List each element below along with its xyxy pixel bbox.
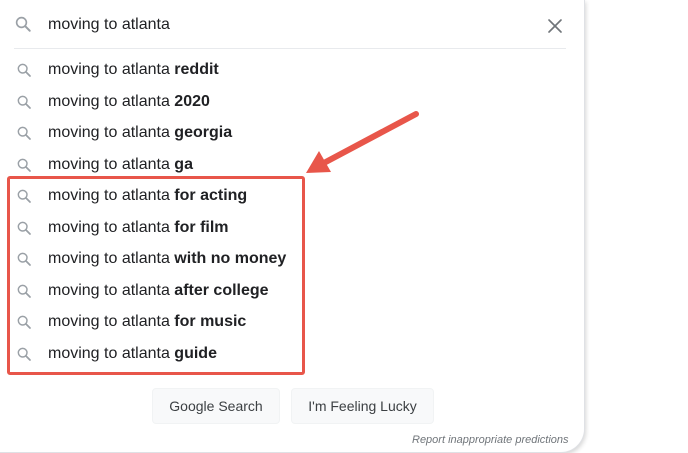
search-icon: [17, 158, 31, 172]
search-icon: [17, 284, 31, 298]
search-input[interactable]: moving to atlanta: [48, 15, 170, 35]
suggestion-text: moving to atlanta georgia: [48, 123, 232, 143]
suggestion-completion: for music: [174, 313, 247, 330]
suggestion-item[interactable]: moving to atlanta ga: [0, 149, 584, 181]
suggestion-item[interactable]: moving to atlanta with no money: [0, 243, 584, 275]
suggestion-text: moving to atlanta guide: [48, 344, 217, 364]
suggestion-item[interactable]: moving to atlanta 2020: [0, 86, 584, 118]
suggestion-prefix: moving to atlanta: [48, 281, 175, 299]
suggestion-prefix: moving to atlanta: [48, 187, 175, 204]
search-icon: [17, 126, 31, 140]
search-icon: [17, 315, 31, 329]
suggestion-text: moving to atlanta for music: [48, 312, 246, 332]
suggestion-text: moving to atlanta after college: [48, 281, 269, 301]
suggestion-item[interactable]: moving to atlanta guide: [0, 338, 584, 370]
suggestion-prefix: moving to atlanta: [48, 218, 175, 236]
google-search-button[interactable]: Google Search: [152, 388, 280, 424]
report-predictions-link[interactable]: Report inappropriate predictions: [412, 434, 569, 446]
suggestion-completion: after college: [174, 281, 269, 299]
suggestion-prefix: moving to atlanta: [48, 344, 175, 362]
search-icon: [17, 63, 31, 77]
suggestion-item[interactable]: moving to atlanta for film: [0, 212, 584, 244]
autocomplete-panel: moving to atlanta moving to atlanta redd…: [0, 0, 585, 453]
search-divider: [14, 48, 566, 49]
search-icon: [17, 221, 31, 235]
suggestion-completion: guide: [174, 344, 217, 362]
search-box[interactable]: moving to atlanta: [0, 0, 584, 48]
suggestion-text: moving to atlanta for acting: [48, 186, 247, 206]
search-icon: [17, 95, 31, 109]
suggestion-item[interactable]: moving to atlanta for music: [0, 306, 584, 338]
suggestion-list: moving to atlanta reddit moving to atlan…: [0, 54, 584, 369]
suggestion-item[interactable]: moving to atlanta for acting: [0, 180, 584, 212]
suggestion-text: moving to atlanta 2020: [48, 92, 210, 112]
search-icon: [17, 189, 31, 203]
suggestion-prefix: moving to atlanta: [48, 92, 175, 110]
suggestion-item[interactable]: moving to atlanta reddit: [0, 54, 584, 86]
suggestion-text: moving to atlanta for film: [48, 218, 229, 238]
suggestion-completion: with no money: [174, 250, 287, 267]
suggestion-text: moving to atlanta with no money: [48, 249, 286, 269]
suggestion-prefix: moving to atlanta: [48, 124, 175, 141]
feeling-lucky-button[interactable]: I'm Feeling Lucky: [291, 388, 434, 424]
suggestion-prefix: moving to atlanta: [48, 61, 175, 78]
suggestion-completion: ga: [174, 155, 193, 173]
suggestion-completion: for film: [174, 218, 229, 236]
suggestion-text: moving to atlanta reddit: [48, 60, 219, 80]
suggestion-completion: reddit: [174, 61, 219, 78]
suggestion-prefix: moving to atlanta: [48, 155, 175, 173]
search-icon: [15, 16, 31, 32]
suggestion-item[interactable]: moving to atlanta georgia: [0, 117, 584, 149]
suggestion-completion: georgia: [174, 124, 233, 141]
suggestion-completion: for acting: [174, 187, 248, 204]
close-icon[interactable]: [546, 17, 564, 35]
suggestion-prefix: moving to atlanta: [48, 250, 175, 267]
suggestion-prefix: moving to atlanta: [48, 313, 175, 330]
suggestion-item[interactable]: moving to atlanta after college: [0, 275, 584, 307]
suggestion-text: moving to atlanta ga: [48, 155, 193, 175]
search-icon: [17, 252, 31, 266]
suggestion-completion: 2020: [174, 92, 210, 110]
search-icon: [17, 347, 31, 361]
